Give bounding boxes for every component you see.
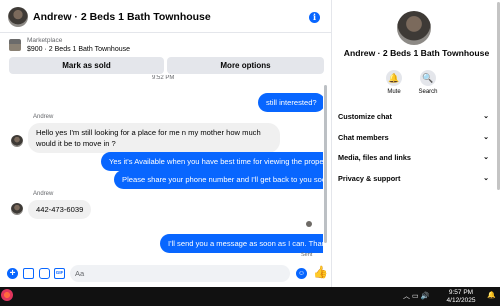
mark-as-sold-button[interactable]: Mark as sold bbox=[9, 57, 164, 74]
contact-avatar[interactable] bbox=[8, 7, 28, 27]
privacy-support-row[interactable]: Privacy & support ⌄ bbox=[338, 171, 489, 187]
marketplace-listing-banner[interactable]: Marketplace $900 · 2 Beds 1 Bath Townhou… bbox=[0, 34, 331, 56]
chevron-down-icon: ⌄ bbox=[483, 154, 489, 161]
taskbar: ︿ ▭ 🔊 9:57 PM 4/12/2025 🔔 bbox=[0, 287, 500, 306]
media-files-links-row[interactable]: Media, files and links ⌄ bbox=[338, 150, 489, 166]
outgoing-message[interactable]: still interested? bbox=[258, 93, 323, 112]
listing-price-title: $900 · 2 Beds 1 Bath Townhouse bbox=[27, 46, 131, 53]
gif-icon[interactable]: GIF bbox=[54, 268, 65, 279]
more-options-button[interactable]: More options bbox=[167, 57, 324, 74]
outgoing-message[interactable]: Please share your phone number and I'll … bbox=[114, 170, 323, 189]
chevron-down-icon: ⌄ bbox=[483, 113, 489, 120]
conversation-pane: Andrew · 2 Beds 1 Bath Townhouse i Marke… bbox=[0, 0, 331, 287]
conversation-header: Andrew · 2 Beds 1 Bath Townhouse i bbox=[0, 0, 331, 33]
bell-icon: 🔔 bbox=[386, 70, 402, 86]
mute-label: Mute bbox=[387, 89, 401, 95]
sender-name: Andrew bbox=[33, 114, 54, 120]
sticker-icon[interactable] bbox=[39, 268, 50, 279]
row-label: Customize chat bbox=[338, 112, 392, 121]
search-icon: 🔍 bbox=[420, 70, 436, 86]
listing-thumbnail bbox=[9, 39, 21, 51]
incoming-message[interactable]: Hello yes I'm still looking for a place … bbox=[28, 123, 280, 153]
sender-avatar[interactable] bbox=[11, 203, 23, 215]
row-label: Privacy & support bbox=[338, 174, 401, 183]
info-icon[interactable]: i bbox=[309, 12, 320, 23]
details-scrollbar[interactable] bbox=[496, 0, 500, 195]
outgoing-message[interactable]: I'll send you a message as soon as I can… bbox=[160, 234, 323, 253]
thumbs-up-icon[interactable]: 👍 bbox=[313, 265, 328, 279]
customize-chat-row[interactable]: Customize chat ⌄ bbox=[338, 109, 489, 125]
outgoing-message[interactable]: Yes it's Available when you have best ti… bbox=[101, 152, 323, 171]
notification-icon[interactable]: 🔔 bbox=[487, 291, 496, 299]
row-label: Chat members bbox=[338, 133, 389, 142]
profile-avatar[interactable] bbox=[397, 11, 431, 45]
plus-icon[interactable]: + bbox=[7, 268, 18, 279]
timestamp: 9:52 PM bbox=[152, 75, 175, 81]
clock-date: 4/12/2025 bbox=[446, 297, 476, 304]
message-composer: + GIF Aa ☺ 👍 bbox=[0, 262, 331, 287]
scrollbar-thumb[interactable] bbox=[324, 85, 327, 243]
conversation-title[interactable]: Andrew · 2 Beds 1 Bath Townhouse bbox=[33, 11, 211, 23]
profile-name: Andrew · 2 Beds 1 Bath Townhouse bbox=[343, 48, 490, 58]
message-input[interactable]: Aa bbox=[70, 265, 290, 282]
clock[interactable]: 9:57 PM 4/12/2025 bbox=[441, 289, 481, 305]
sender-name: Andrew bbox=[33, 191, 54, 197]
mute-button[interactable]: 🔔 Mute bbox=[378, 70, 410, 95]
message-list[interactable]: 9:52 PM still interested? Andrew Hello y… bbox=[0, 75, 323, 260]
read-receipt-avatar bbox=[306, 221, 312, 227]
image-icon[interactable] bbox=[23, 268, 34, 279]
chevron-down-icon: ⌄ bbox=[483, 175, 489, 182]
row-label: Media, files and links bbox=[338, 153, 411, 162]
incoming-message[interactable]: 442-473-6039 bbox=[28, 200, 92, 219]
search-label: Search bbox=[418, 89, 438, 95]
chevron-down-icon: ⌄ bbox=[483, 134, 489, 141]
sender-avatar[interactable] bbox=[11, 135, 23, 147]
app-icon[interactable] bbox=[1, 289, 13, 301]
marketplace-label: Marketplace bbox=[27, 37, 63, 44]
conversation-details-pane: Andrew · 2 Beds 1 Bath Townhouse 🔔 Mute … bbox=[331, 0, 500, 287]
chat-members-row[interactable]: Chat members ⌄ bbox=[338, 130, 489, 146]
message-scrollbar[interactable] bbox=[323, 75, 328, 260]
search-button[interactable]: 🔍 Search bbox=[412, 70, 444, 95]
message-status: Sent bbox=[301, 252, 313, 258]
emoji-icon[interactable]: ☺ bbox=[296, 268, 307, 279]
system-tray-icons[interactable]: ︿ ▭ 🔊 bbox=[403, 291, 429, 301]
clock-time: 9:57 PM bbox=[448, 289, 474, 296]
